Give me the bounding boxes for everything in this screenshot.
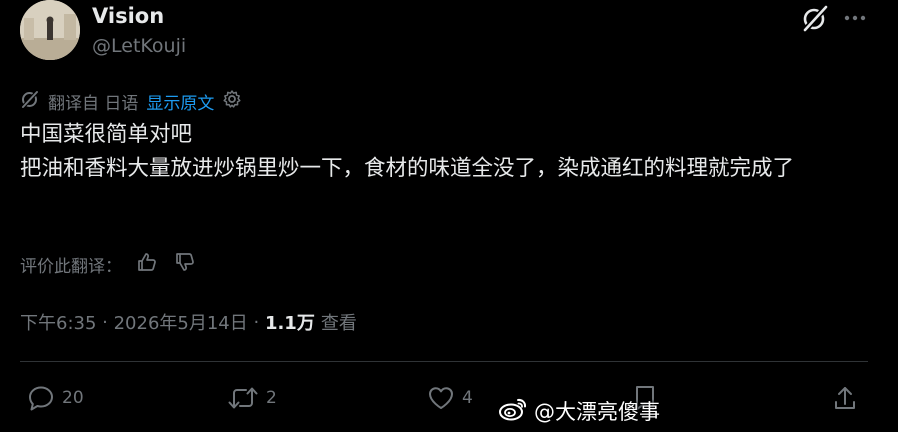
rate-translation-label: 评价此翻译：	[20, 256, 122, 277]
more-icon[interactable]	[840, 3, 870, 33]
like-count: 4	[462, 388, 473, 408]
reply-count: 20	[62, 388, 84, 408]
tweet-text: 中国菜很简单对吧 把油和香料大量放进炒锅里炒一下，食材的味道全没了，染成通红的料…	[20, 122, 795, 181]
retweet-icon	[226, 383, 260, 413]
author-handle[interactable]: @LetKouji	[92, 35, 186, 57]
tweet-time[interactable]: 下午6:35	[20, 309, 96, 335]
meta-separator: ·	[96, 311, 114, 333]
share-button[interactable]	[831, 380, 859, 416]
weibo-watermark: @大漂亮傻事	[498, 394, 660, 428]
share-icon	[831, 383, 859, 413]
grok-icon[interactable]	[800, 3, 830, 33]
weibo-logo-icon	[498, 396, 528, 427]
retweet-count: 2	[266, 388, 277, 408]
translation-source-label: 翻译自 日语	[48, 93, 139, 114]
grok-translate-icon	[20, 89, 40, 113]
thumbs-down-icon[interactable]	[174, 251, 196, 277]
heart-icon	[426, 383, 456, 413]
meta-separator: ·	[247, 311, 265, 333]
show-original-link[interactable]: 显示原文	[146, 89, 214, 114]
watermark-text: @大漂亮傻事	[534, 400, 660, 424]
reply-button[interactable]: 20	[26, 380, 84, 416]
view-count: 1.1万	[264, 313, 315, 334]
tweet-date[interactable]: 2026年5月14日	[114, 309, 248, 335]
tweet-meta: 下午6:35 · 2026年5月14日 · 1.1万 查看	[20, 307, 357, 337]
view-label: 查看	[320, 313, 357, 334]
thumbs-up-icon[interactable]	[136, 251, 158, 277]
rate-translation-row: 评价此翻译：	[20, 250, 196, 278]
avatar[interactable]	[20, 0, 80, 60]
reply-icon	[26, 383, 56, 413]
like-button[interactable]: 4	[426, 380, 473, 416]
author-display-name[interactable]: Vision	[92, 4, 164, 28]
translation-row: 翻译自 日语 显示原文	[20, 88, 242, 114]
gear-icon[interactable]	[222, 89, 242, 113]
divider	[20, 361, 868, 362]
retweet-button[interactable]: 2	[226, 380, 277, 416]
